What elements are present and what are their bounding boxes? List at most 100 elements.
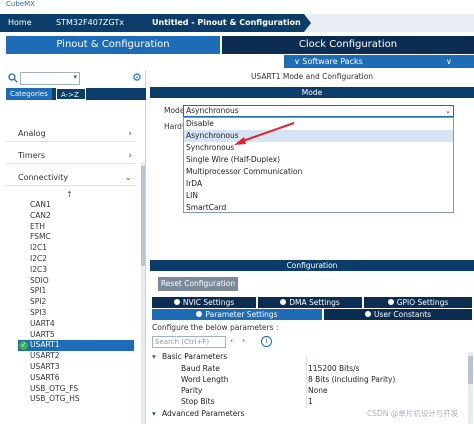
mode-option[interactable]: Disable <box>184 118 453 130</box>
search-input[interactable]: ▾ <box>20 72 80 85</box>
mode-option[interactable]: Synchronous <box>184 142 453 154</box>
reset-configuration-button[interactable]: Reset Configuration <box>158 277 238 291</box>
mode-option[interactable]: SmartCard <box>184 202 453 214</box>
left-panel: ▾ ⚙ Categories A->Z Analog › Timers › Co… <box>6 70 146 424</box>
previous-icon[interactable]: ‹ <box>230 336 233 345</box>
peripheral-item[interactable]: I2C1 <box>30 243 130 254</box>
category-timers[interactable]: Timers › <box>6 148 136 164</box>
breadcrumb-arrow <box>304 14 311 32</box>
app-logo: CubeMX <box>6 0 35 8</box>
configuration-section-header: Configuration <box>150 260 474 271</box>
left-scrollbar[interactable] <box>141 162 145 424</box>
tab-gpio-settings[interactable]: GPIO Settings <box>364 297 472 308</box>
param-name: Parity <box>181 386 203 395</box>
tab-parameter-settings[interactable]: Parameter Settings <box>152 309 322 320</box>
param-value[interactable]: 8 Bits (including Parity) <box>308 375 395 384</box>
peripheral-item[interactable]: USART6 <box>30 373 130 384</box>
sub-tabs: ∨ Software Packs ∨ Pinout <box>0 54 474 79</box>
parameters-scrollbar[interactable] <box>468 352 473 424</box>
breadcrumb-home[interactable]: Home <box>0 14 48 32</box>
param-name: Baud Rate <box>181 364 220 373</box>
tab-a-z[interactable]: A->Z <box>56 88 86 100</box>
mode-option[interactable]: Single Wire (Half-Duplex) <box>184 154 453 166</box>
group-advanced-parameters[interactable]: ▾ Advanced Parameters <box>152 409 244 418</box>
category-analog[interactable]: Analog › <box>6 126 136 142</box>
category-connectivity[interactable]: Connectivity ⌄ <box>6 170 136 186</box>
param-value[interactable]: None <box>308 386 328 395</box>
check-icon: ✓ <box>19 341 28 351</box>
group-label: Advanced Parameters <box>162 409 245 418</box>
chevron-down-icon: ⌄ <box>124 173 132 183</box>
peripheral-item[interactable]: I2C3 <box>30 265 130 276</box>
category-label: Connectivity <box>18 173 69 182</box>
chevron-down-icon: ⌄ <box>445 107 451 115</box>
breadcrumb-device[interactable]: STM32F407ZGTx <box>48 14 144 32</box>
tab-label: User Constants <box>373 310 432 319</box>
info-icon[interactable]: i <box>261 336 272 347</box>
pinout-menu[interactable]: ∨ Pinout <box>436 55 474 79</box>
peripheral-item[interactable]: UART5 <box>30 330 130 341</box>
peripheral-item[interactable]: UART4 <box>30 319 130 330</box>
peripheral-label: USART1 <box>30 340 60 350</box>
tab-clock-configuration[interactable]: Clock Configuration <box>222 36 474 54</box>
column-divider <box>306 356 307 408</box>
status-dot-icon <box>364 311 371 317</box>
tab-nvic-settings[interactable]: NVIC Settings <box>152 297 256 308</box>
mode-option-highlighted[interactable]: Asynchronous <box>184 130 453 142</box>
gear-icon[interactable]: ⚙ <box>132 71 142 84</box>
breadcrumb-project[interactable]: Untitled - Pinout & Configuration <box>144 14 304 32</box>
mode-option[interactable]: Multiprocessor Communication <box>184 166 453 178</box>
scrollbar-thumb[interactable] <box>141 166 145 266</box>
peripheral-item[interactable]: USART2 <box>30 351 130 362</box>
peripheral-item[interactable]: ETH <box>30 222 130 233</box>
parameter-search-input[interactable]: Search (Ctrl+F) <box>152 336 226 348</box>
peripheral-item[interactable]: CAN2 <box>30 211 130 222</box>
next-icon[interactable]: › <box>242 336 245 345</box>
mode-label: Mode <box>164 106 185 115</box>
left-search-row: ▾ ⚙ <box>6 70 146 87</box>
tab-dma-settings[interactable]: DMA Settings <box>258 297 362 308</box>
mode-select[interactable]: Asynchronous ⌄ <box>183 105 454 117</box>
watermark: CSDN @单片机设计与开发 <box>367 409 459 418</box>
param-name: Stop Bits <box>181 397 215 406</box>
annotation-arrow-icon <box>234 122 295 145</box>
peripheral-item[interactable]: SDIO <box>30 276 130 287</box>
chevron-down-icon: ▾ <box>73 73 77 81</box>
tab-user-constants[interactable]: User Constants <box>324 309 472 320</box>
scrollbar-thumb[interactable] <box>468 356 473 384</box>
param-value[interactable]: 1 <box>308 397 313 406</box>
status-dot-icon <box>280 299 287 305</box>
software-packs-menu[interactable]: ∨ Software Packs <box>284 55 440 68</box>
right-panel: USART1 Mode and Configuration Mode Mode … <box>150 70 474 424</box>
group-basic-parameters[interactable]: ▾ Basic Parameters <box>152 352 227 361</box>
mode-option[interactable]: IrDA <box>184 178 453 190</box>
tab-categories[interactable]: Categories <box>6 88 52 100</box>
chevron-down-icon: ▾ <box>152 409 156 418</box>
category-tabs: Categories A->Z <box>6 88 146 100</box>
search-icon <box>8 73 18 83</box>
mode-section-header: Mode <box>150 87 474 98</box>
tab-label: DMA Settings <box>289 298 340 307</box>
tab-pinout-configuration[interactable]: Pinout & Configuration <box>6 36 220 54</box>
mode-option[interactable]: LIN <box>184 190 453 202</box>
peripheral-item[interactable]: SPI1 <box>30 286 130 297</box>
peripheral-item[interactable]: SPI3 <box>30 308 130 319</box>
panel-title: USART1 Mode and Configuration <box>250 72 374 81</box>
peripheral-item[interactable]: FSMC <box>30 232 130 243</box>
peripheral-item-usart1[interactable]: ✓ USART1 <box>18 340 134 352</box>
param-name: Word Length <box>181 375 229 384</box>
peripheral-item[interactable]: USART3 <box>30 362 130 373</box>
chevron-right-icon: › <box>128 129 132 139</box>
tab-label: Parameter Settings <box>205 310 278 319</box>
tab-label: NVIC Settings <box>182 298 235 307</box>
peripheral-item[interactable]: CAN1 <box>30 200 130 211</box>
status-dot-icon <box>387 299 394 305</box>
category-label: Timers <box>18 151 46 160</box>
peripheral-item[interactable]: USB_OTG_HS <box>30 394 130 405</box>
peripheral-item[interactable]: USB_OTG_FS <box>30 384 130 395</box>
param-value[interactable]: 115200 Bits/s <box>308 364 360 373</box>
peripheral-item[interactable]: SPI2 <box>30 297 130 308</box>
sort-icon[interactable]: ↑ <box>66 190 73 199</box>
peripheral-item[interactable]: I2C2 <box>30 254 130 265</box>
chevron-right-icon: › <box>128 151 132 161</box>
